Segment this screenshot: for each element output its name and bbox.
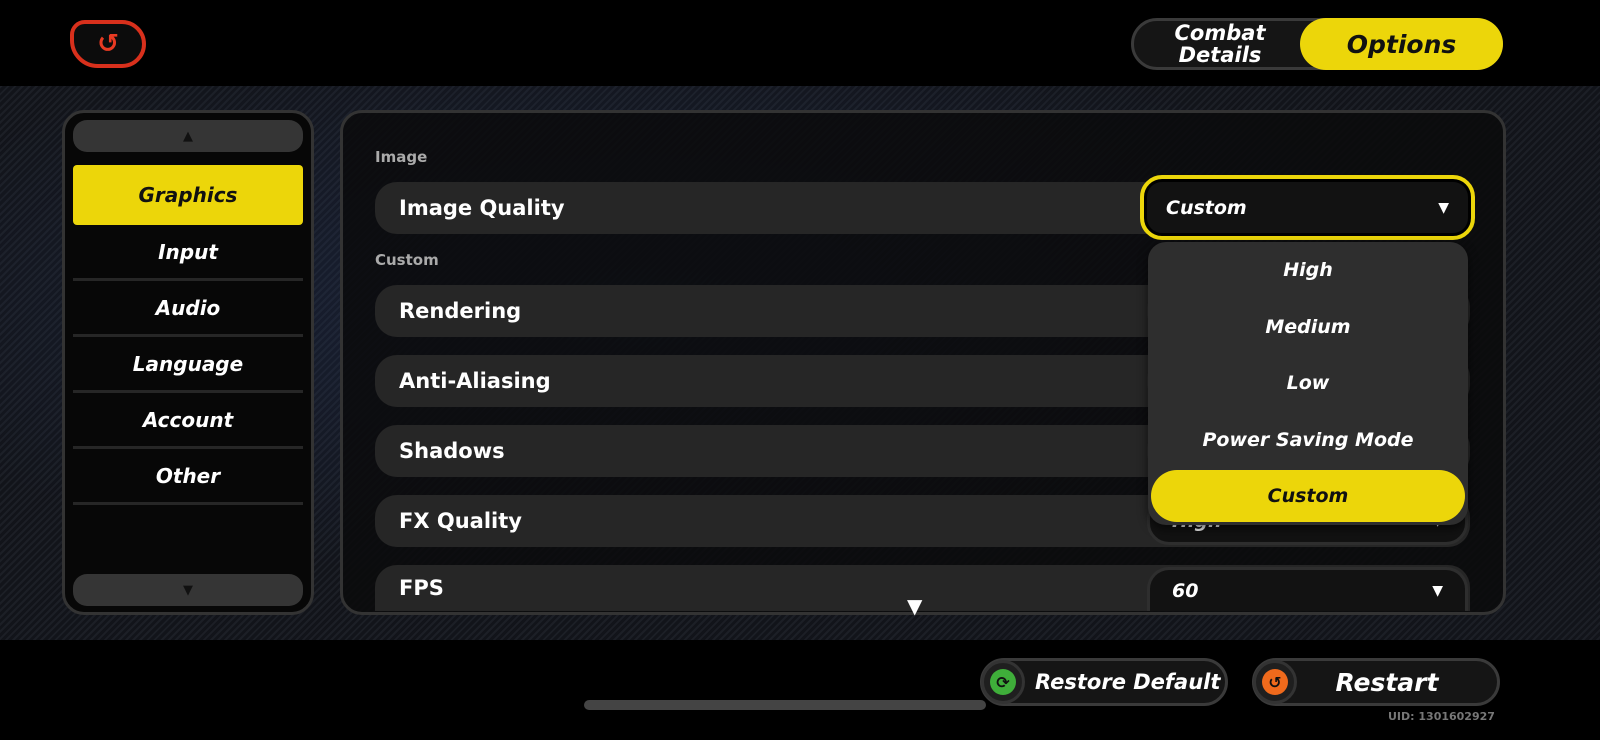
- tab-combat-details[interactable]: Combat Details: [1140, 20, 1300, 68]
- home-indicator[interactable]: [584, 700, 986, 710]
- restart-icon: ↺: [1262, 669, 1288, 695]
- sidebar-item-audio[interactable]: Audio: [73, 281, 303, 337]
- refresh-icon: ⟳: [990, 669, 1016, 695]
- option-medium[interactable]: Medium: [1151, 301, 1465, 353]
- sidebar-scroll-down[interactable]: ▼: [73, 574, 303, 606]
- sidebar-item-graphics[interactable]: Graphics: [73, 165, 303, 225]
- caret-down-icon: ▼: [1432, 582, 1443, 599]
- caret-down-icon: ▼: [1438, 199, 1449, 216]
- restore-default-button[interactable]: ⟳ Restore Default: [980, 658, 1228, 706]
- select-value: 60: [1172, 579, 1199, 602]
- sidebar-item-account[interactable]: Account: [73, 393, 303, 449]
- section-image: Image: [375, 148, 428, 166]
- sidebar-scroll-up[interactable]: ▲: [73, 120, 303, 152]
- sidebar-item-language[interactable]: Language: [73, 337, 303, 393]
- option-high[interactable]: High: [1151, 244, 1465, 296]
- restart-label: Restart: [1335, 667, 1439, 697]
- section-custom: Custom: [375, 251, 439, 269]
- sidebar-item-input[interactable]: Input: [73, 225, 303, 281]
- restart-icon-wrap: ↺: [1253, 660, 1297, 704]
- option-low[interactable]: Low: [1151, 357, 1465, 409]
- restart-button[interactable]: ↺ Restart: [1252, 658, 1500, 706]
- image-quality-select[interactable]: Custom ▼: [1140, 175, 1475, 240]
- restore-icon-wrap: ⟳: [981, 660, 1025, 704]
- sidebar-item-other[interactable]: Other: [73, 449, 303, 505]
- tab-options[interactable]: Options: [1300, 18, 1503, 70]
- back-button[interactable]: ↺: [70, 20, 146, 68]
- option-power-saving[interactable]: Power Saving Mode: [1151, 414, 1465, 466]
- select-value: Custom: [1166, 196, 1247, 219]
- uid-text: UID: 1301602927: [1388, 710, 1495, 723]
- option-custom[interactable]: Custom: [1151, 470, 1465, 522]
- scroll-more-icon[interactable]: ▼: [907, 594, 922, 618]
- back-arrow-icon: ↺: [97, 29, 119, 59]
- restore-default-label: Restore Default: [1035, 670, 1221, 694]
- fps-select[interactable]: 60 ▼: [1147, 567, 1468, 611]
